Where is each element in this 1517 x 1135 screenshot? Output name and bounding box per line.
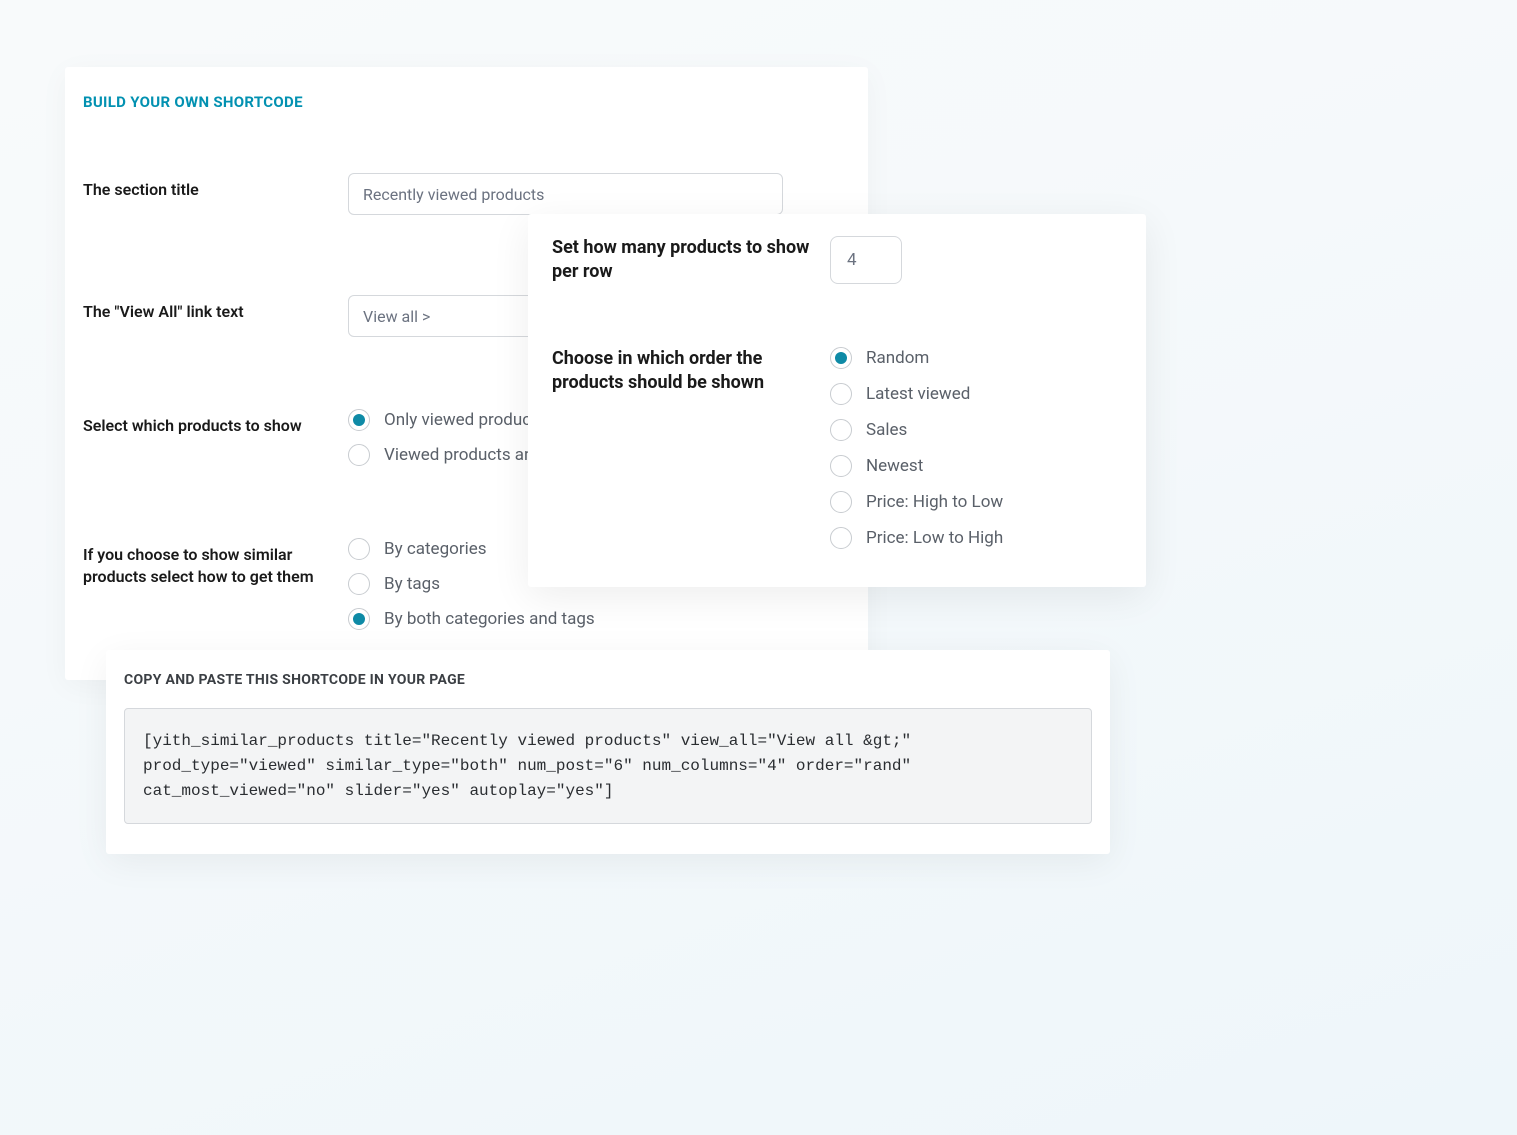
radio-by-both[interactable]: By both categories and tags <box>348 608 850 630</box>
radio-label: Newest <box>866 456 923 476</box>
select-products-label: Select which products to show <box>83 409 348 437</box>
panel-title: BUILD YOUR OWN SHORTCODE <box>83 93 850 111</box>
radio-label: Viewed products and <box>384 445 543 465</box>
radio-icon <box>830 347 852 369</box>
radio-icon <box>348 608 370 630</box>
radio-sales[interactable]: Sales <box>830 419 1122 441</box>
row-order: Choose in which order the products shoul… <box>552 347 1122 549</box>
radio-random[interactable]: Random <box>830 347 1122 369</box>
order-radio-group: Random Latest viewed Sales Newest Price:… <box>830 347 1122 549</box>
per-row-control <box>830 236 1122 284</box>
shortcode-title: COPY AND PASTE THIS SHORTCODE IN YOUR PA… <box>124 672 1092 688</box>
radio-price-high-low[interactable]: Price: High to Low <box>830 491 1122 513</box>
radio-label: Price: Low to High <box>866 528 1003 548</box>
radio-icon <box>348 573 370 595</box>
radio-label: Latest viewed <box>866 384 970 404</box>
similar-method-label: If you choose to show similar products s… <box>83 538 348 587</box>
radio-icon <box>830 383 852 405</box>
view-all-label: The "View All" link text <box>83 295 348 323</box>
radio-icon <box>348 538 370 560</box>
radio-icon <box>830 527 852 549</box>
radio-icon <box>830 455 852 477</box>
radio-icon <box>348 409 370 431</box>
radio-label: Sales <box>866 420 907 440</box>
radio-label: By both categories and tags <box>384 609 595 629</box>
overlay-panel: Set how many products to show per row Ch… <box>528 214 1146 587</box>
radio-latest-viewed[interactable]: Latest viewed <box>830 383 1122 405</box>
row-section-title: The section title <box>83 173 850 215</box>
order-control: Random Latest viewed Sales Newest Price:… <box>830 347 1122 549</box>
radio-label: Price: High to Low <box>866 492 1003 512</box>
radio-label: Random <box>866 348 929 368</box>
radio-label: Only viewed product <box>384 410 537 430</box>
section-title-control <box>348 173 850 215</box>
per-row-label: Set how many products to show per row <box>552 236 830 285</box>
order-label: Choose in which order the products shoul… <box>552 347 830 396</box>
radio-label: By tags <box>384 574 440 594</box>
shortcode-code[interactable]: [yith_similar_products title="Recently v… <box>124 708 1092 824</box>
radio-icon <box>830 419 852 441</box>
row-per-row: Set how many products to show per row <box>552 236 1122 285</box>
radio-label: By categories <box>384 539 487 559</box>
per-row-input[interactable] <box>830 236 902 284</box>
radio-price-low-high[interactable]: Price: Low to High <box>830 527 1122 549</box>
radio-icon <box>348 444 370 466</box>
radio-newest[interactable]: Newest <box>830 455 1122 477</box>
section-title-input[interactable] <box>348 173 783 215</box>
radio-icon <box>830 491 852 513</box>
section-title-label: The section title <box>83 173 348 201</box>
shortcode-panel: COPY AND PASTE THIS SHORTCODE IN YOUR PA… <box>106 650 1110 854</box>
